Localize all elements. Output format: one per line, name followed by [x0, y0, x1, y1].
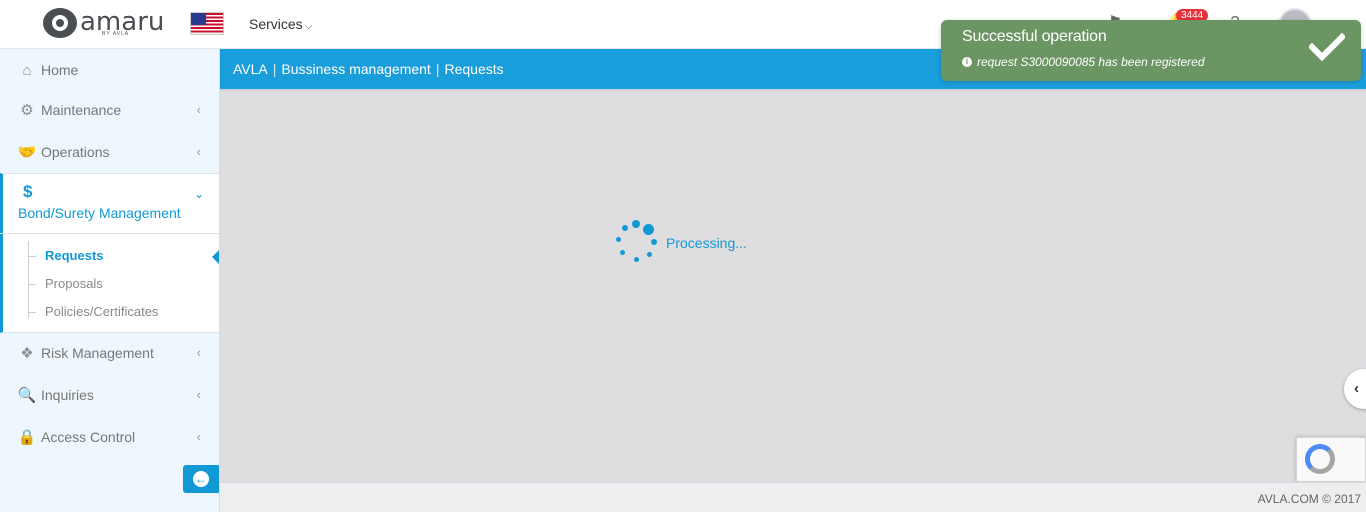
services-menu[interactable]: Services ⌵ [249, 16, 312, 32]
home-icon: ⌂ [22, 61, 32, 79]
sidebar-item-access[interactable]: 🔒 Access Control ‹ [0, 416, 219, 458]
breadcrumb-item: Requests [444, 61, 504, 77]
handshake-icon: 🤝 [17, 144, 37, 161]
processing-label: Processing... [666, 235, 747, 251]
chevron-left-icon: ‹ [196, 102, 201, 117]
toast-title: Successful operation [962, 28, 1107, 45]
chevron-left-icon: ‹ [196, 429, 201, 444]
arrow-left-circle-icon: ← [193, 471, 209, 487]
recaptcha-badge[interactable] [1296, 437, 1366, 482]
logo-subtext: BY AVLA [102, 31, 130, 37]
sidebar-item-operations[interactable]: 🤝 Operations ‹ [0, 131, 219, 173]
us-flag-icon[interactable] [190, 12, 224, 35]
toast-message: request S3000090085 has been registered [977, 55, 1205, 69]
sidebar-item-bond-surety[interactable]: $ Bond/Surety Management ⌄ Requests Prop… [0, 173, 219, 333]
chevron-left-icon: ‹ [196, 387, 201, 402]
sidebar-item-home[interactable]: ⌂ Home [0, 49, 219, 91]
chevron-down-icon: ⌵ [304, 21, 313, 32]
footer: AVLA.COM © 2017 [220, 482, 1366, 512]
gear-icon: ⚙ [20, 102, 34, 119]
loading-spinner-icon [615, 220, 657, 262]
submenu-item-policies[interactable]: Policies/Certificates [28, 304, 158, 319]
cubes-icon: ❖ [20, 345, 34, 362]
sidebar-item-label: Operations [41, 144, 110, 160]
toast-message-row: i request S3000090085 has been registere… [962, 55, 1205, 69]
search-icon: 🔍 [17, 387, 37, 404]
breadcrumb-separator: | [272, 61, 277, 77]
checkmark-icon [1309, 32, 1345, 62]
sidebar-item-label: Bond/Surety Management [18, 205, 181, 221]
sidebar-item-label: Access Control [41, 429, 136, 445]
sidebar-item-label: Home [41, 62, 79, 78]
sidebar-item-label: Inquiries [41, 387, 94, 403]
success-toast[interactable]: Successful operation i request S30000900… [941, 20, 1361, 81]
divider [0, 233, 219, 234]
recaptcha-icon [1305, 444, 1335, 474]
services-label: Services [249, 16, 303, 32]
submenu-item-proposals[interactable]: Proposals [29, 276, 103, 291]
main-content [220, 89, 1366, 482]
collapse-sidebar-button[interactable]: ← [183, 465, 219, 493]
sidebar-item-label: Maintenance [41, 102, 122, 118]
sidebar-item-inquiries[interactable]: 🔍 Inquiries ‹ [0, 374, 219, 416]
sidebar-item-label: Risk Management [41, 345, 154, 361]
copyright-text: AVLA.COM © 2017 [1257, 492, 1361, 506]
info-icon: i [962, 57, 972, 67]
dollar-icon: $ [23, 182, 33, 201]
sidebar: ⌂ Home ⚙ Maintenance ‹ 🤝 Operations ‹ $ … [0, 49, 220, 512]
chevron-left-icon: ‹ [1354, 380, 1359, 397]
lock-icon: 🔒 [17, 429, 37, 446]
chevron-left-icon: ‹ [196, 144, 201, 159]
submenu-tree-line [28, 241, 29, 319]
active-pointer-icon [212, 250, 219, 264]
breadcrumb-item[interactable]: Bussiness management [281, 61, 430, 77]
submenu-item-requests[interactable]: Requests [29, 248, 104, 263]
chevron-left-icon: ‹ [196, 345, 201, 360]
breadcrumb-item[interactable]: AVLA [233, 61, 268, 77]
sidebar-item-risk[interactable]: ❖ Risk Management ‹ [0, 332, 219, 374]
chevron-down-icon: ⌄ [193, 187, 204, 201]
breadcrumb-separator: | [435, 61, 440, 77]
sidebar-item-maintenance[interactable]: ⚙ Maintenance ‹ [0, 89, 219, 131]
logo-mark-icon [43, 8, 77, 38]
